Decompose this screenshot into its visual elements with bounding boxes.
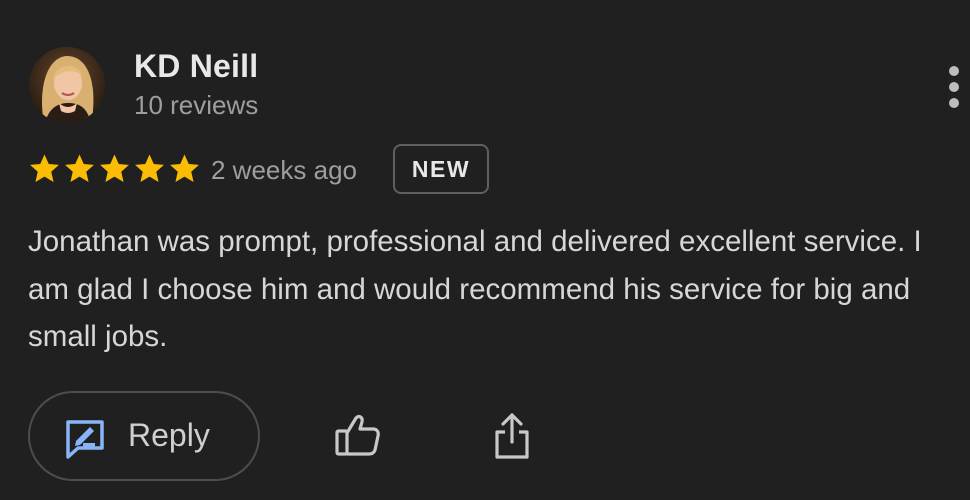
like-button[interactable] — [332, 412, 382, 458]
reply-icon — [66, 420, 104, 459]
star-rating — [28, 152, 201, 188]
review-text: Jonathan was prompt, professional and de… — [28, 225, 922, 353]
reviewer-name[interactable]: KD Neill — [134, 48, 258, 85]
reply-button[interactable]: Reply — [28, 391, 260, 481]
profile-photo-icon — [29, 47, 105, 123]
star-icon — [65, 154, 94, 182]
new-badge: NEW — [393, 144, 489, 194]
star-icon — [135, 154, 164, 182]
star-icon — [30, 154, 59, 182]
reviewer-avatar[interactable] — [29, 47, 105, 123]
reviewer-review-count[interactable]: 10 reviews — [134, 90, 258, 121]
star-icon — [100, 154, 129, 182]
review-timestamp: 2 weeks ago — [211, 155, 357, 185]
share-icon — [495, 413, 529, 459]
reply-label: Reply — [128, 417, 210, 453]
share-button[interactable] — [492, 412, 532, 460]
star-icon — [170, 154, 199, 182]
thumbs-up-icon — [335, 415, 380, 456]
review-card: KD Neill 10 reviews 2 weeks ago NEW Jona… — [0, 0, 970, 500]
more-options-button[interactable] — [940, 64, 970, 110]
